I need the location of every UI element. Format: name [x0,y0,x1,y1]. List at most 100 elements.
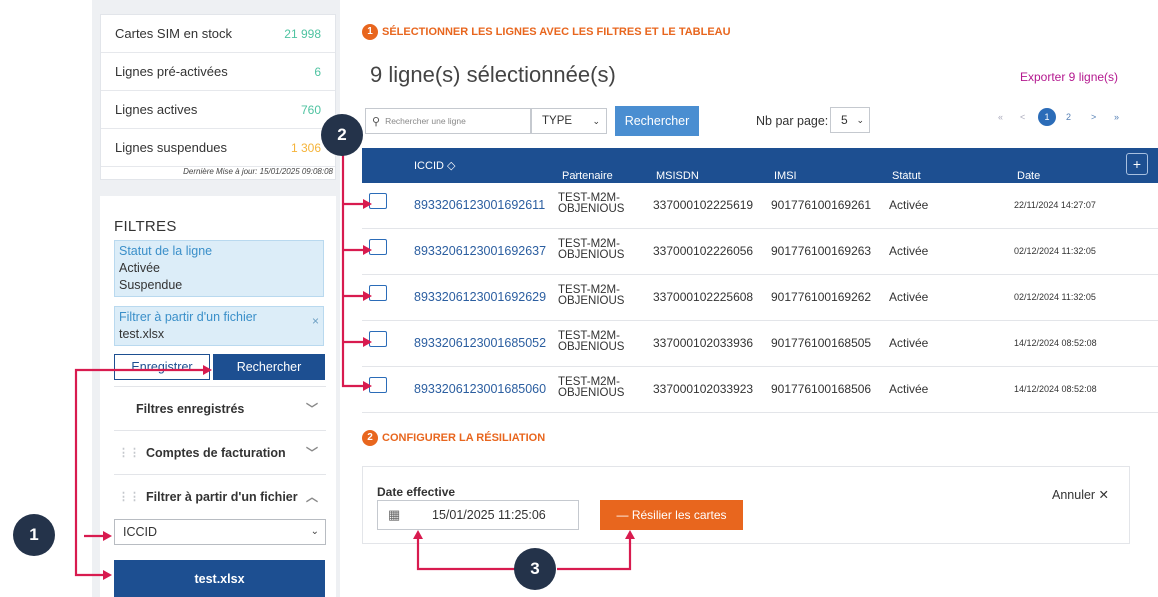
search-input[interactable]: ⚲ Rechercher une ligne [365,108,531,134]
type-select[interactable]: TYPE ⌄ [531,108,607,134]
pagination-next[interactable]: > [1091,112,1096,122]
add-column-button[interactable]: + [1126,153,1148,175]
chevron-down-icon: ⌄ [856,115,864,125]
per-page-label: Nb par page: [756,114,829,128]
column-header-iccid[interactable]: ICCID ◇ [414,159,455,172]
cell-statut: Activée [889,290,929,304]
callout-1: 1 [13,514,55,556]
search-button[interactable]: Rechercher [213,354,325,380]
step-2-header: 2 CONFIGURER LA RÉSILIATION [362,430,545,446]
stats-panel: Cartes SIM en stock 21 998 Lignes pré-ac… [100,14,336,180]
row-checkbox[interactable] [369,239,387,255]
cell-imsi: 901776100169263 [771,244,872,258]
cell-statut: Activée [889,382,929,396]
cell-partner: TEST-M2M- OBJENIOUS [558,238,624,261]
cell-date: 14/12/2024 08:52:08 [1014,338,1097,348]
calendar-icon[interactable]: ▦ [388,501,400,529]
row-checkbox[interactable] [369,331,387,347]
chevron-down-icon: ⌄ [592,116,600,126]
cell-iccid[interactable]: 8933206123001692637 [414,244,546,258]
date-picker[interactable]: ▦ 15/01/2025 11:25:06 [377,500,579,530]
filter-chip-file[interactable]: Filtrer à partir d'un fichier test.xlsx … [114,306,324,346]
pagination-first[interactable]: « [998,112,1003,122]
cell-iccid[interactable]: 8933206123001692629 [414,290,546,304]
table-header: ICCID ◇ ⋮⋮Partenaire ◇ ⋮⋮MSISDN ⋮⋮IMSI ⋮… [362,148,1158,219]
table-row[interactable]: 8933206123001685060 TEST-M2M- OBJENIOUS 3… [362,367,1158,413]
close-icon[interactable]: × [312,313,319,330]
iccid-select[interactable]: ICCID ⌄ [114,519,326,545]
accordion-saved-filters[interactable]: Filtres enregistrés ﹀ [114,386,326,430]
search-icon: ⚲ [372,115,381,128]
cell-date: 02/12/2024 11:32:05 [1014,246,1096,256]
partner-line: OBJENIOUS [558,341,625,353]
accordion-billing-accounts[interactable]: ⋮⋮ Comptes de facturation ﹀ [114,430,326,474]
accordion-label: Comptes de facturation [146,445,286,460]
chip-title: Statut de la ligne [119,244,213,258]
cell-msisdn: 337000102225608 [653,290,754,304]
row-checkbox[interactable] [369,285,387,301]
chevron-down-icon: ⌄ [310,526,319,537]
chip-title: Filtrer à partir d'un fichier [119,310,257,324]
step-title: CONFIGURER LA RÉSILIATION [382,432,546,444]
stat-row: Lignes suspendues 1 306 [101,129,335,167]
search-placeholder: Rechercher une ligne [385,116,466,126]
filter-chip-statut[interactable]: Statut de la ligne Activée Suspendue [114,240,324,297]
export-link[interactable]: Exporter 9 ligne(s) [1020,70,1118,84]
file-upload-button[interactable]: test.xlsx [114,560,325,597]
cell-statut: Activée [889,244,929,258]
accordion-file-filter[interactable]: ⋮⋮ Filtrer à partir d'un fichier ︿ [114,474,326,518]
cell-partner: TEST-M2M- OBJENIOUS [558,284,624,307]
callout-3: 3 [514,548,556,590]
cell-partner: TEST-M2M- OBJENIOUS [558,376,625,399]
stat-label: Lignes actives [115,102,198,117]
stat-value: 1 306 [290,140,321,155]
cell-iccid[interactable]: 8933206123001685052 [414,336,546,350]
pagination-prev[interactable]: < [1020,112,1025,122]
table-row[interactable]: 8933206123001692637 TEST-M2M- OBJENIOUS 3… [362,229,1158,275]
cell-msisdn: 337000102033923 [653,382,754,396]
callout-2: 2 [321,114,363,156]
filters-title: FILTRES [114,218,177,235]
cell-date: 02/12/2024 11:32:05 [1014,292,1096,302]
stat-value: 760 [300,102,321,117]
accordion-label: Filtres enregistrés [136,401,245,416]
save-filter-button[interactable]: Enregistrer [114,354,210,380]
select-value: ICCID [123,525,158,539]
chip-value: Activée [119,261,160,275]
table-row[interactable]: 8933206123001692611 TEST-M2M- OBJENIOUS 3… [362,183,1158,229]
stat-label: Cartes SIM en stock [115,26,233,41]
cell-imsi: 901776100168505 [771,336,872,350]
pagination-page-1[interactable]: 1 [1038,108,1056,126]
row-checkbox[interactable] [369,377,387,393]
selection-title: 9 ligne(s) sélectionnée(s) [370,62,616,87]
stat-label: Lignes suspendues [115,140,228,155]
table-row[interactable]: 8933206123001685052 TEST-M2M- OBJENIOUS 3… [362,321,1158,367]
pagination-page-2[interactable]: 2 [1066,112,1071,122]
table-search-button[interactable]: Rechercher [615,106,699,136]
last-update: Dernière Mise à jour: 15/01/2025 09:08:0… [183,167,333,176]
drag-handle-icon[interactable]: ⋮⋮ [118,490,140,503]
cell-statut: Activée [889,336,929,350]
cell-iccid[interactable]: 8933206123001685060 [414,382,546,396]
drag-handle-icon[interactable]: ⋮⋮ [118,446,140,459]
terminate-cards-button[interactable]: — Résilier les cartes [600,500,743,530]
cell-iccid[interactable]: 8933206123001692611 [414,198,545,212]
pagination-last[interactable]: » [1114,112,1119,122]
per-page-select[interactable]: 5 ⌄ [830,107,870,133]
chip-value: test.xlsx [119,327,165,341]
cell-msisdn: 337000102225619 [653,198,754,212]
lines-table: ICCID ◇ ⋮⋮Partenaire ◇ ⋮⋮MSISDN ⋮⋮IMSI ⋮… [362,148,1158,413]
cell-msisdn: 337000102033936 [653,336,754,350]
partner-line: OBJENIOUS [558,387,625,399]
select-value: 5 [841,113,848,127]
stat-row: Lignes pré-activées 6 [101,53,335,91]
table-row[interactable]: 8933206123001692629 TEST-M2M- OBJENIOUS 3… [362,275,1158,321]
step-1-header: 1 SÉLECTIONNER LES LIGNES AVEC LES FILTR… [362,24,731,40]
partner-line: OBJENIOUS [558,203,625,215]
cell-date: 22/11/2024 14:27:07 [1014,200,1096,210]
chevron-down-icon: ﹀ [305,446,318,460]
cancel-button[interactable]: Annuler ✕ [1052,487,1109,502]
row-checkbox[interactable] [369,193,387,209]
cell-msisdn: 337000102226056 [653,244,754,258]
termination-config-panel: Date effective ▦ 15/01/2025 11:25:06 — R… [362,466,1130,544]
